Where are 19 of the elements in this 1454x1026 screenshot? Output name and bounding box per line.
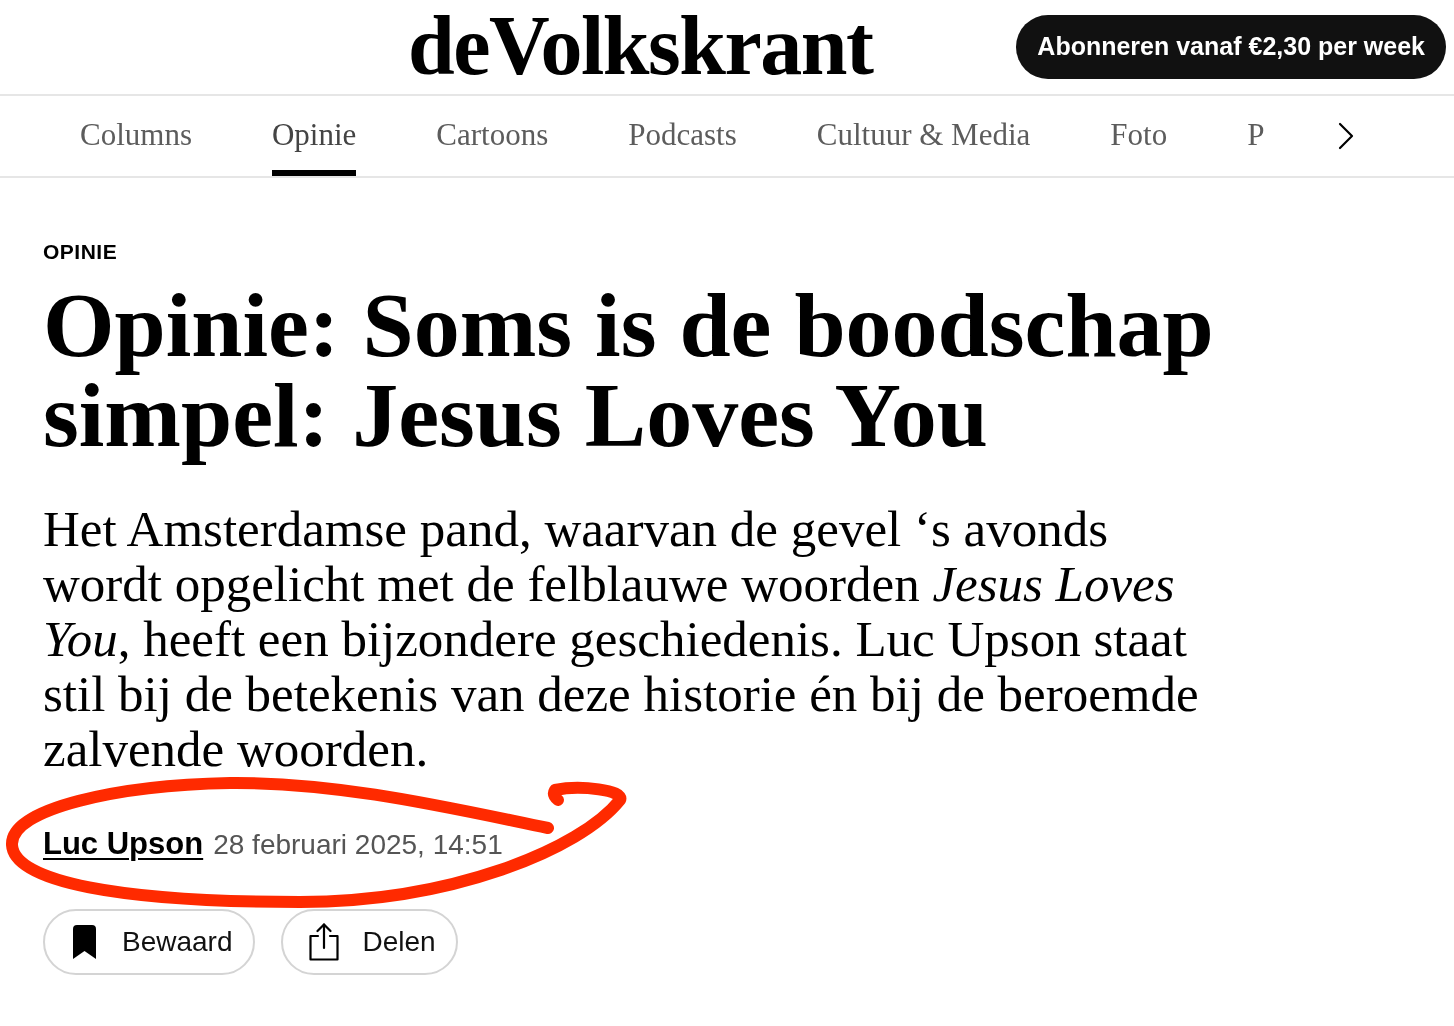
share-button[interactable]: Delen [280, 909, 458, 975]
section-label: OPINIE [43, 240, 118, 264]
chevron-right-icon [1338, 122, 1355, 150]
author-link[interactable]: Luc Upson [43, 821, 204, 868]
nav-tab[interactable]: Opinie [271, 96, 357, 176]
lead-paragraph: Het Amsterdamse pand, waarvan de gevel ‘s avonds wordt opgelicht met de felblauwe woorden Jesus Loves You, heeft een bijzondere geschiedenis. Luc Upson staat stil bij de betekenis van deze historie én bij de beroemde zalvende woorden. [43, 502, 1200, 777]
save-button[interactable]: Bewaard [43, 909, 255, 975]
nav-tab[interactable]: Cartoons [436, 96, 549, 176]
publish-date: 28 februari 2025, 14:51 [213, 828, 503, 862]
bookmark-icon [71, 925, 98, 959]
subscribe-button[interactable]: Abonneren vanaf €2,30 per week [1016, 15, 1446, 79]
share-icon [308, 923, 339, 961]
article-headline: Opinie: Soms is de boodschap simpel: Jesus Loves You [43, 280, 1215, 468]
nav-tab[interactable]: Foto [1110, 96, 1168, 176]
nav-tab[interactable]: Podcasts [628, 96, 737, 176]
nav-tab[interactable]: P [1247, 96, 1265, 176]
nav-tab[interactable]: Cultuur & Media [816, 96, 1031, 176]
site-logo[interactable]: deVolkskrant [408, 4, 873, 88]
nav-tab[interactable]: Columns [80, 96, 192, 176]
